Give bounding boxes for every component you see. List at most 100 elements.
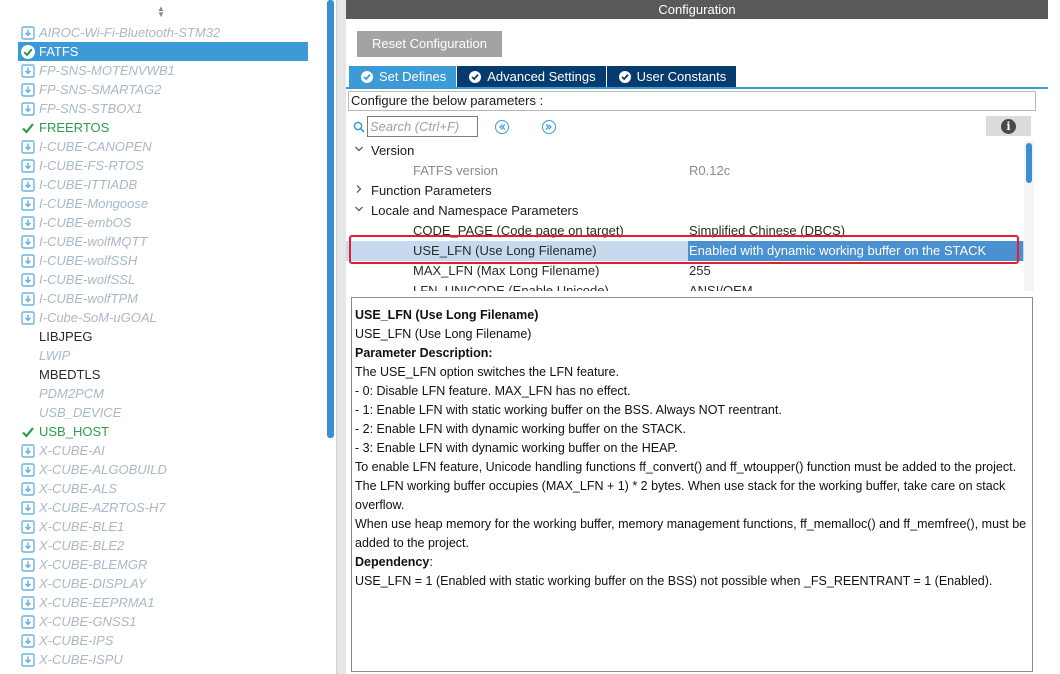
component-item[interactable]: USB_DEVICE (18, 403, 308, 422)
component-item[interactable]: X-CUBE-ALS (18, 479, 308, 498)
tree-parameter-row[interactable]: LFN_UNICODE (Enable Unicode) ANSI/OEM (346, 281, 1034, 291)
download-pack-icon (19, 290, 36, 307)
description-line: When use heap memory for the working buf… (355, 517, 1027, 550)
component-label: X-CUBE-BLEMGR (39, 557, 148, 572)
component-item[interactable]: X-CUBE-EEPRMA1 (18, 593, 308, 612)
download-pack-icon (19, 62, 36, 79)
component-item[interactable]: I-CUBE-embOS (18, 213, 308, 232)
component-item[interactable]: FREERTOS (18, 118, 308, 137)
download-pack-icon (19, 24, 36, 41)
tree-group[interactable]: Version (346, 141, 1034, 161)
component-item[interactable]: X-CUBE-BLE1 (18, 517, 308, 536)
previous-match-icon[interactable] (495, 120, 509, 134)
panel-splitter[interactable] (336, 0, 346, 674)
parameter-name: FATFS version (413, 163, 499, 178)
component-item[interactable]: I-CUBE-wolfSSH (18, 251, 308, 270)
sort-arrows-icon[interactable]: ▲ ▼ (156, 5, 166, 20)
check-circle-icon (469, 70, 482, 83)
download-pack-icon (19, 271, 36, 288)
component-item[interactable]: X-CUBE-BLE2 (18, 536, 308, 555)
component-item[interactable]: I-CUBE-wolfTPM (18, 289, 308, 308)
component-item[interactable]: LIBJPEG (18, 327, 308, 346)
empty-icon-slot (19, 347, 36, 364)
component-item[interactable]: FP-SNS-STBOX1 (18, 99, 308, 118)
download-pack-icon (19, 176, 36, 193)
description-subtitle: USE_LFN (Use Long Filename) (355, 327, 532, 341)
empty-icon-slot (19, 404, 36, 421)
component-item[interactable]: AIROC-Wi-Fi-Bluetooth-STM32 (18, 23, 308, 42)
component-item[interactable]: I-CUBE-ITTIADB (18, 175, 308, 194)
download-pack-icon (19, 594, 36, 611)
component-item[interactable]: USB_HOST (18, 422, 308, 441)
component-item[interactable]: MBEDTLS (18, 365, 308, 384)
configure-parameters-label: Configure the below parameters : (348, 91, 1036, 111)
component-item[interactable]: X-CUBE-DISPLAY (18, 574, 308, 593)
component-item[interactable]: X-CUBE-AI (18, 441, 308, 460)
component-label: FREERTOS (39, 120, 110, 135)
component-item[interactable]: I-CUBE-wolfSSL (18, 270, 308, 289)
component-item[interactable]: X-CUBE-BLEMGR (18, 555, 308, 574)
component-label: FP-SNS-MOTENVWB1 (39, 63, 175, 78)
component-item[interactable]: I-CUBE-FS-RTOS (18, 156, 308, 175)
component-label: I-CUBE-embOS (39, 215, 132, 230)
tab-user-constants[interactable]: User Constants (606, 66, 737, 87)
chevron-down-icon[interactable] (354, 201, 364, 221)
component-item[interactable]: X-CUBE-ALGOBUILD (18, 460, 308, 479)
tab-label: Set Defines (379, 69, 447, 84)
download-pack-icon (19, 157, 36, 174)
tree-parameter-row[interactable]: MAX_LFN (Max Long Filename) 255 (346, 261, 1034, 281)
component-item[interactable]: X-CUBE-IPS (18, 631, 308, 650)
parameter-value[interactable]: ANSI/OEM (689, 281, 753, 291)
component-item[interactable]: X-CUBE-ISPU (18, 650, 308, 669)
empty-icon-slot (19, 385, 36, 402)
download-pack-icon (19, 613, 36, 630)
left-scrollbar[interactable] (327, 0, 334, 438)
chevron-down-icon[interactable] (354, 141, 364, 161)
description-line: - 2: Enable LFN with dynamic working buf… (355, 422, 686, 436)
dependency-line: Dependency: (355, 553, 1029, 572)
description-line: The USE_LFN option switches the LFN feat… (355, 365, 620, 379)
info-button[interactable]: i (986, 116, 1031, 136)
component-item[interactable]: I-CUBE-CANOPEN (18, 137, 308, 156)
component-label: USB_HOST (39, 424, 110, 439)
component-item[interactable]: I-CUBE-Mongoose (18, 194, 308, 213)
component-label: PDM2PCM (39, 386, 105, 401)
component-item[interactable]: X-CUBE-GNSS1 (18, 612, 308, 631)
tab-set-defines[interactable]: Set Defines (349, 66, 457, 87)
tab-advanced-settings[interactable]: Advanced Settings (457, 66, 606, 87)
empty-icon-slot (19, 328, 36, 345)
component-item[interactable]: FATFS (18, 42, 308, 61)
tree-group[interactable]: Function Parameters (346, 181, 1034, 201)
chevron-right-icon[interactable] (354, 181, 364, 201)
check-circle-icon (618, 70, 631, 83)
reset-configuration-button[interactable]: Reset Configuration (357, 31, 502, 57)
component-item[interactable]: X-CUBE-AZRTOS-H7 (18, 498, 308, 517)
component-label: FATFS (39, 44, 79, 59)
component-item[interactable]: FP-SNS-SMARTAG2 (18, 80, 308, 99)
empty-icon-slot (19, 366, 36, 383)
download-pack-icon (19, 138, 36, 155)
tree-scrollbar-thumb[interactable] (1026, 143, 1032, 183)
parameter-value[interactable]: R0.12c (689, 161, 730, 181)
download-pack-icon (19, 499, 36, 516)
component-item[interactable]: I-CUBE-wolfMQTT (18, 232, 308, 251)
tree-group-label: Version (371, 143, 415, 158)
component-label: I-CUBE-wolfTPM (39, 291, 138, 306)
search-input[interactable] (367, 116, 478, 137)
tree-parameter-row[interactable]: FATFS version R0.12c (346, 161, 1034, 181)
check-circle-icon (361, 70, 373, 83)
dependency-text: USE_LFN = 1 (Enabled with static working… (355, 574, 993, 588)
download-pack-icon (19, 480, 36, 497)
component-item[interactable]: FP-SNS-MOTENVWB1 (18, 61, 308, 80)
check-icon (19, 119, 36, 136)
component-list-panel: ▲ ▼ AIROC-Wi-Fi-Bluetooth-STM32 FATFS FP-SN… (0, 0, 336, 674)
component-item[interactable]: LWIP (18, 346, 308, 365)
tree-group[interactable]: Locale and Namespace Parameters (346, 201, 1034, 221)
next-match-icon[interactable] (542, 120, 556, 134)
download-pack-icon (19, 575, 36, 592)
dependency-colon: : (429, 555, 433, 569)
check-circle-icon (19, 43, 36, 60)
parameter-value[interactable]: 255 (689, 261, 711, 281)
component-item[interactable]: I-Cube-SoM-uGOAL (18, 308, 308, 327)
component-item[interactable]: PDM2PCM (18, 384, 308, 403)
